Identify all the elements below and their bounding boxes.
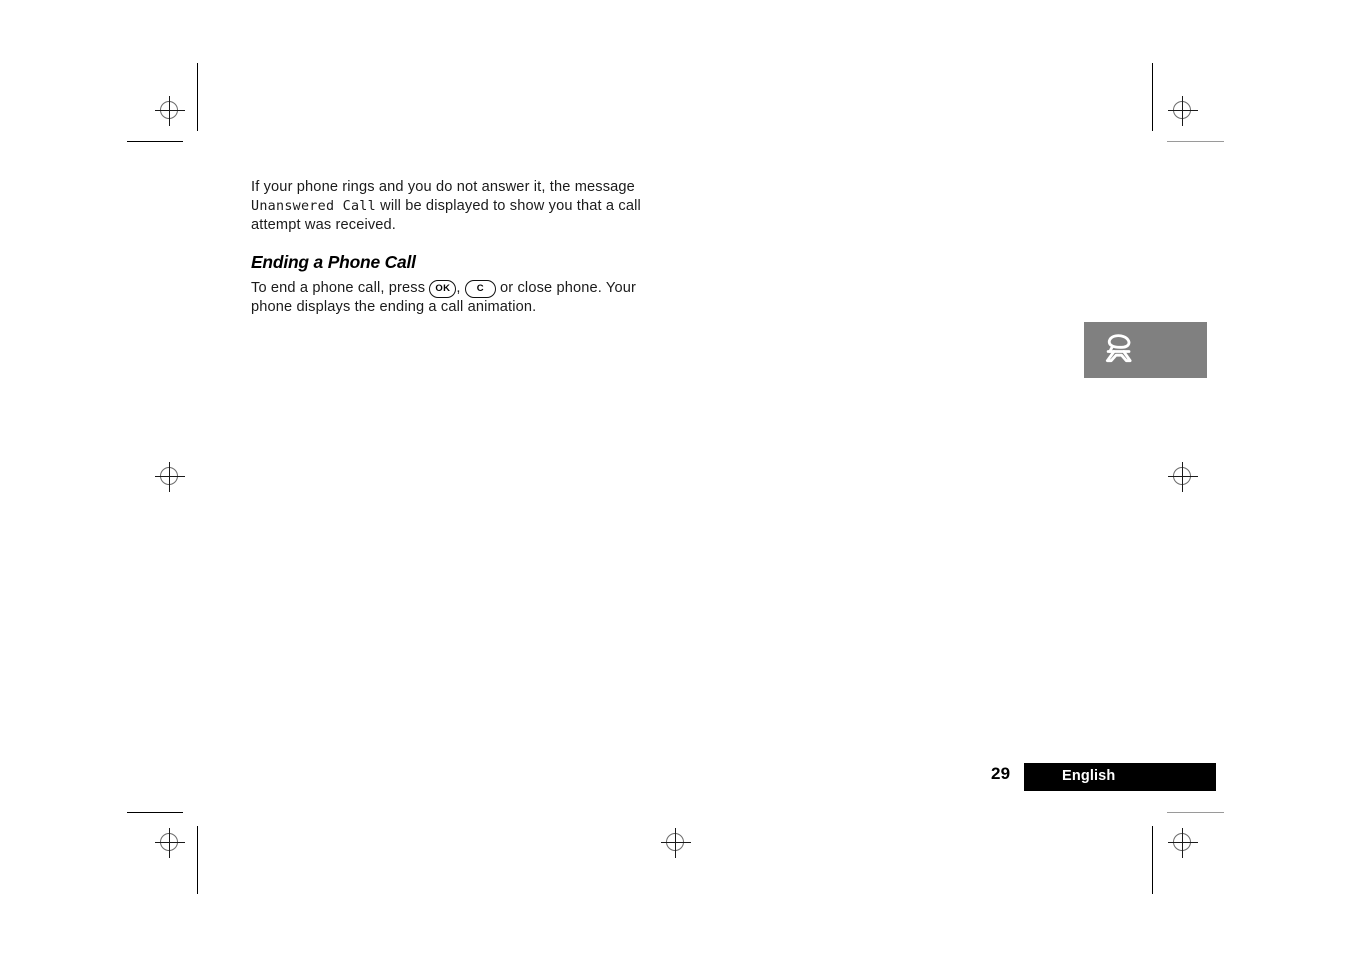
chapter-thumb-tab (1084, 322, 1207, 378)
crop-mark-bottom-right (1167, 812, 1224, 813)
telephone-icon (1105, 334, 1132, 363)
crop-mark-top-right-vertical (1152, 63, 1153, 131)
lcd-message-text: Unanswered Call (251, 198, 376, 214)
crop-mark-top-left (127, 141, 183, 142)
intro-paragraph: If your phone rings and you do not answe… (251, 178, 651, 235)
page-content: If your phone rings and you do not answe… (251, 178, 651, 316)
registration-mark-bottom-left (154, 827, 186, 859)
crop-mark-top-left-vertical (197, 63, 198, 131)
registration-mark-bottom-right (1167, 827, 1199, 859)
instruction-text-before: To end a phone call, press (251, 279, 430, 296)
registration-mark-top-left (154, 95, 186, 127)
c-key-glyph: C (464, 280, 496, 298)
section-heading: Ending a Phone Call (251, 251, 416, 272)
key-separator: , (456, 279, 465, 296)
crop-mark-bottom-right-vertical (1152, 826, 1153, 894)
intro-text-before: If your phone rings and you do not answe… (251, 179, 635, 195)
crop-mark-bottom-left (127, 812, 183, 813)
registration-mark-middle-left (154, 461, 186, 493)
registration-mark-bottom-center (660, 827, 692, 859)
ok-key-glyph: OK (429, 280, 457, 298)
page-number: 29 (991, 764, 1011, 783)
crop-mark-bottom-left-vertical (197, 826, 198, 894)
registration-mark-middle-right (1167, 461, 1199, 493)
language-bar: English (1024, 763, 1216, 791)
language-label: English (1062, 768, 1116, 784)
crop-mark-top-right (1167, 141, 1224, 142)
instruction-paragraph: To end a phone call, press OK, C or clos… (251, 279, 651, 317)
registration-mark-top-right (1167, 95, 1199, 127)
